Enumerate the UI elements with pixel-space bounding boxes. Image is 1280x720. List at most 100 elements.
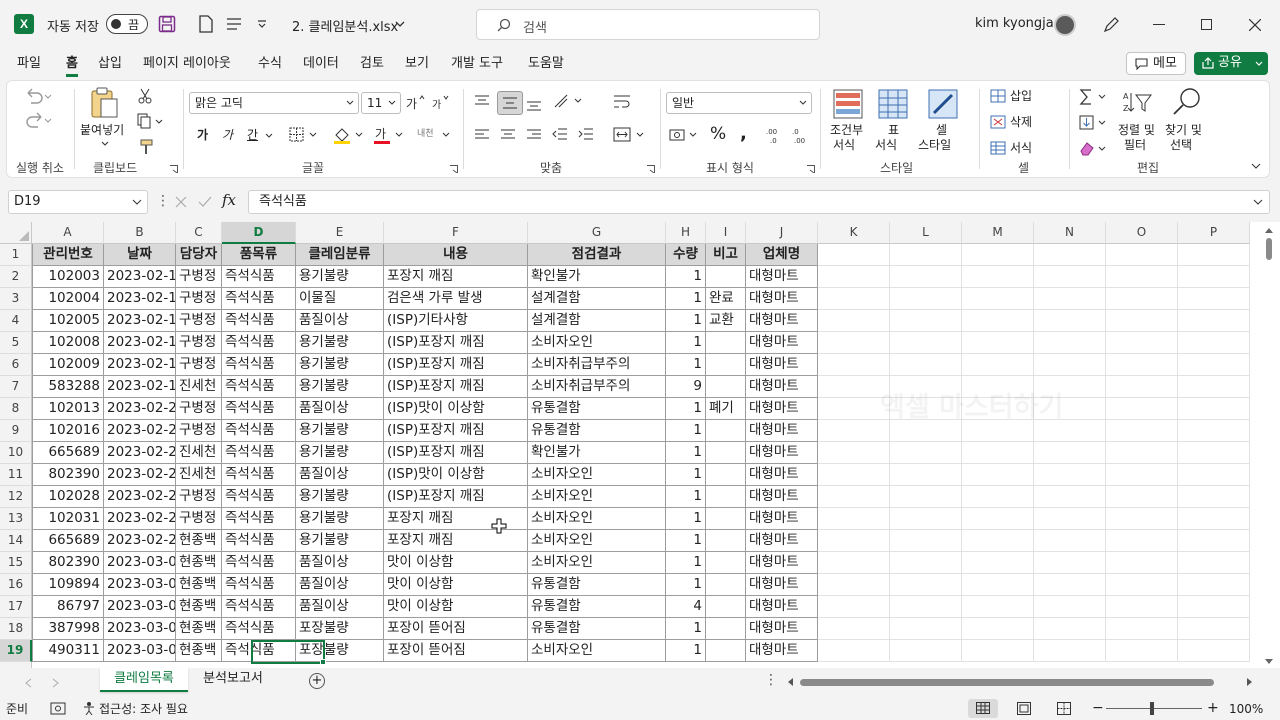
empty-cell[interactable]: [1178, 310, 1250, 332]
conditional-format-icon[interactable]: [833, 89, 863, 119]
table-cell[interactable]: 유통결함: [528, 420, 666, 442]
horizontal-scroll-thumb[interactable]: [800, 679, 1214, 686]
tab-page-layout[interactable]: 페이지 레이아웃: [143, 55, 231, 75]
table-cell[interactable]: 102013: [32, 398, 104, 420]
header-cell[interactable]: 업체명: [746, 244, 818, 266]
format-as-table-label-1[interactable]: 표: [888, 123, 899, 137]
table-cell[interactable]: 2023-02-26: [104, 508, 176, 530]
table-cell[interactable]: 유통결함: [528, 596, 666, 618]
table-cell[interactable]: 이물질: [296, 288, 384, 310]
empty-cell[interactable]: [1106, 398, 1178, 420]
table-cell[interactable]: 검은색 가루 발생: [384, 288, 528, 310]
table-cell[interactable]: 즉석식품: [222, 266, 296, 288]
table-cell[interactable]: 대형마트: [746, 354, 818, 376]
scroll-right-icon[interactable]: [1246, 677, 1254, 687]
table-cell[interactable]: 진세천: [176, 464, 222, 486]
table-cell[interactable]: 86797: [32, 596, 104, 618]
table-cell[interactable]: 2023-03-05: [104, 640, 176, 662]
table-cell[interactable]: (ISP)포장지 깨짐: [384, 420, 528, 442]
collapse-ribbon-icon[interactable]: [1251, 163, 1261, 170]
empty-cell[interactable]: [1178, 640, 1250, 662]
empty-cell[interactable]: [890, 574, 962, 596]
table-cell[interactable]: 폐기: [706, 398, 746, 420]
table-cell[interactable]: [706, 376, 746, 398]
format-painter-icon[interactable]: [138, 139, 154, 155]
empty-cell[interactable]: [1178, 420, 1250, 442]
table-cell[interactable]: 구병정: [176, 486, 222, 508]
table-cell[interactable]: (ISP)기타사항: [384, 310, 528, 332]
table-cell[interactable]: 유통결함: [528, 618, 666, 640]
empty-cell[interactable]: [1106, 574, 1178, 596]
user-name[interactable]: kim kyongja: [975, 16, 1054, 31]
sort-filter-label-2[interactable]: 필터: [1124, 138, 1146, 152]
format-as-table-label-2[interactable]: 서식: [875, 138, 897, 152]
empty-cell[interactable]: [1034, 244, 1106, 266]
table-cell[interactable]: 즉석식품: [222, 332, 296, 354]
autosave-toggle[interactable]: 끔: [106, 14, 148, 34]
chevron-down-icon[interactable]: [395, 21, 405, 28]
empty-cell[interactable]: [962, 486, 1034, 508]
pen-icon[interactable]: [1102, 16, 1120, 34]
normal-view-button[interactable]: [968, 699, 998, 718]
empty-cell[interactable]: [1178, 398, 1250, 420]
empty-cell[interactable]: [962, 618, 1034, 640]
column-header-o[interactable]: O: [1106, 222, 1178, 244]
increase-indent-icon[interactable]: [578, 128, 594, 142]
header-cell[interactable]: 품목류: [222, 244, 296, 266]
table-cell[interactable]: (ISP)포장지 깨짐: [384, 376, 528, 398]
table-cell[interactable]: 102008: [32, 332, 104, 354]
empty-cell[interactable]: [818, 640, 890, 662]
empty-cell[interactable]: [962, 266, 1034, 288]
header-cell[interactable]: 비고: [706, 244, 746, 266]
table-cell[interactable]: 품질이상: [296, 552, 384, 574]
sort-filter-icon[interactable]: AZ: [1123, 89, 1153, 117]
table-cell[interactable]: 102009: [32, 354, 104, 376]
column-header-m[interactable]: M: [962, 222, 1034, 244]
insert-cells-icon[interactable]: [990, 89, 1006, 103]
empty-cell[interactable]: [962, 288, 1034, 310]
table-cell[interactable]: 1: [666, 420, 706, 442]
table-cell[interactable]: 즉석식품: [222, 442, 296, 464]
empty-cell[interactable]: [818, 266, 890, 288]
cell-styles-icon[interactable]: [928, 89, 958, 119]
new-file-icon[interactable]: [198, 15, 214, 33]
empty-cell[interactable]: [1178, 332, 1250, 354]
row-header[interactable]: 4: [0, 310, 32, 332]
empty-cell[interactable]: [962, 508, 1034, 530]
empty-cell[interactable]: [1034, 332, 1106, 354]
empty-cell[interactable]: [962, 332, 1034, 354]
table-cell[interactable]: 대형마트: [746, 464, 818, 486]
macro-record-icon[interactable]: [50, 702, 66, 715]
table-cell[interactable]: (ISP)포장지 깨짐: [384, 442, 528, 464]
empty-cell[interactable]: [1178, 244, 1250, 266]
table-cell[interactable]: 109894: [32, 574, 104, 596]
table-cell[interactable]: 즉석식품: [222, 618, 296, 640]
empty-cell[interactable]: [1034, 310, 1106, 332]
table-cell[interactable]: 대형마트: [746, 640, 818, 662]
table-cell[interactable]: [706, 332, 746, 354]
column-header-i[interactable]: I: [706, 222, 746, 244]
empty-cell[interactable]: [1178, 552, 1250, 574]
empty-cell[interactable]: [1034, 288, 1106, 310]
table-cell[interactable]: 현종백: [176, 530, 222, 552]
table-cell[interactable]: (ISP)포장지 깨짐: [384, 354, 528, 376]
table-cell[interactable]: 소비자취급부주의: [528, 354, 666, 376]
table-cell[interactable]: [706, 508, 746, 530]
column-header-e[interactable]: E: [296, 222, 384, 244]
table-cell[interactable]: 2023-02-24: [104, 464, 176, 486]
empty-cell[interactable]: [818, 552, 890, 574]
table-cell[interactable]: (ISP)맛이 이상함: [384, 398, 528, 420]
dialog-launcher-icon[interactable]: [807, 165, 815, 173]
paste-icon[interactable]: [89, 87, 119, 119]
empty-cell[interactable]: [1106, 376, 1178, 398]
formula-input[interactable]: 즉석식품: [248, 190, 1270, 214]
table-cell[interactable]: 1: [666, 332, 706, 354]
header-cell[interactable]: 담당자: [176, 244, 222, 266]
table-cell[interactable]: 포장지 깨짐: [384, 266, 528, 288]
redo-icon[interactable]: [23, 111, 53, 129]
table-cell[interactable]: 용기불량: [296, 442, 384, 464]
table-cell[interactable]: 소비자오인: [528, 552, 666, 574]
empty-cell[interactable]: [818, 596, 890, 618]
table-cell[interactable]: 대형마트: [746, 398, 818, 420]
wrap-text-icon[interactable]: [613, 93, 631, 111]
